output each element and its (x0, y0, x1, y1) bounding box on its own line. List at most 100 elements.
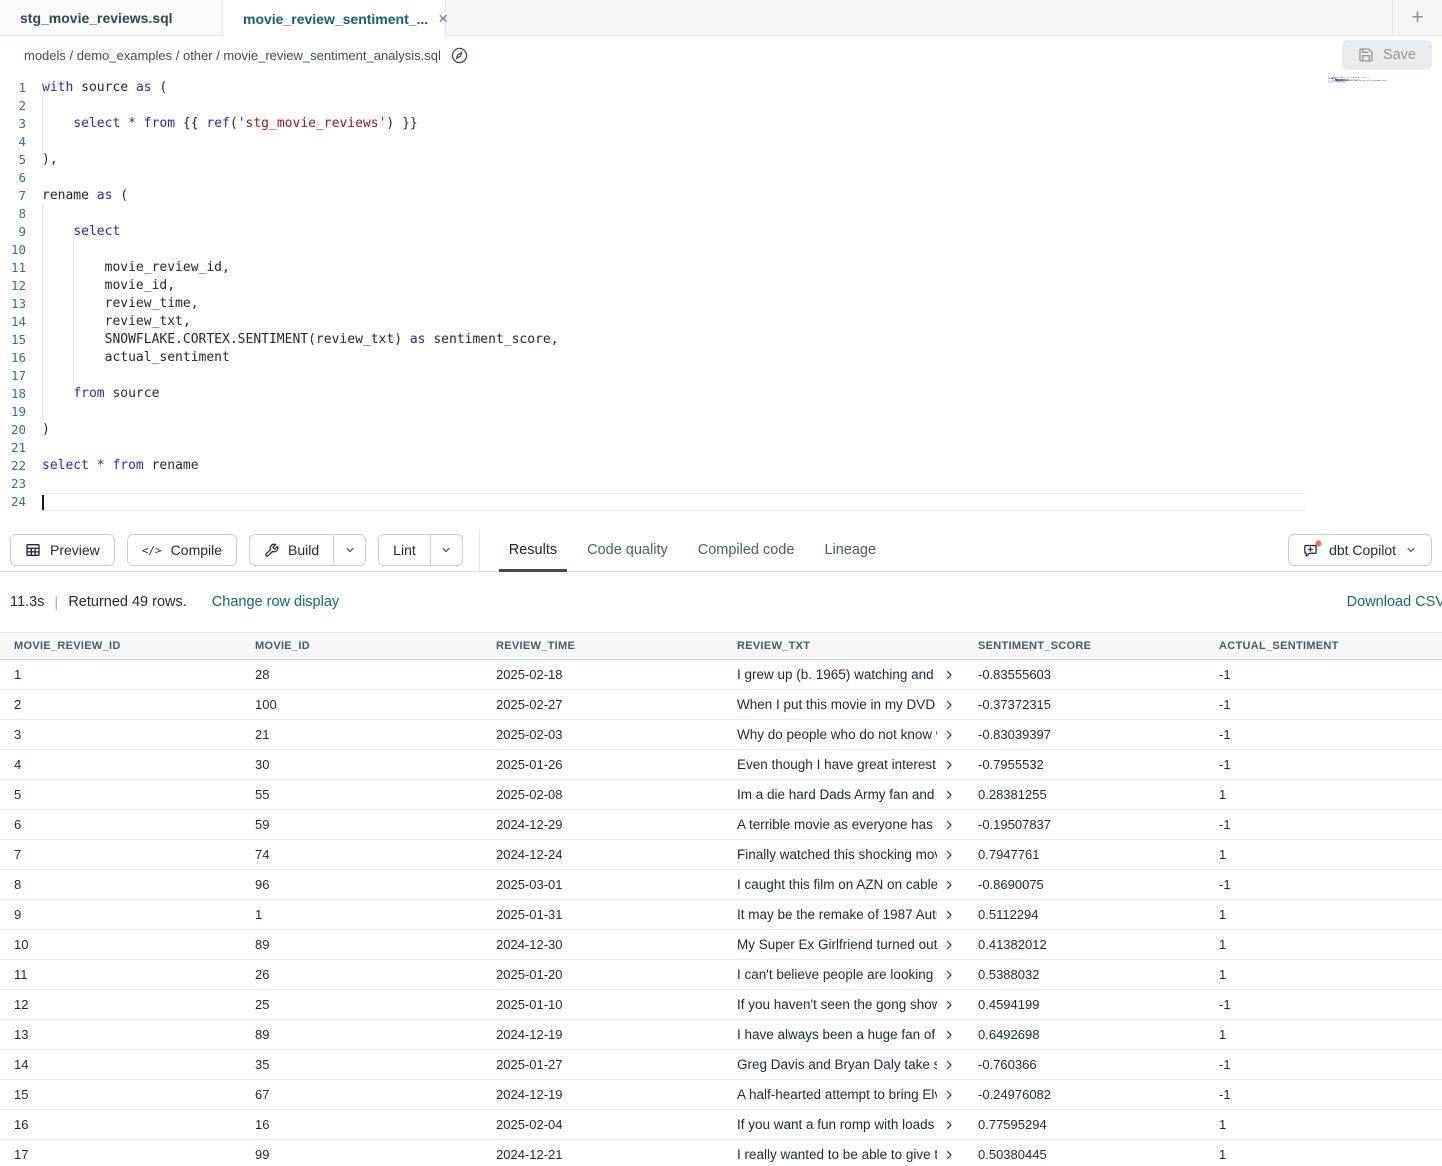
table-cell: 0.4594199 (964, 997, 1205, 1012)
expand-cell-icon[interactable] (937, 1089, 955, 1101)
code-line[interactable]: 7rename as ( (0, 187, 1442, 205)
expand-cell-icon[interactable] (937, 819, 955, 831)
file-tab-label: movie_review_sentiment_... (243, 11, 428, 27)
expand-cell-icon[interactable] (937, 669, 955, 681)
expand-cell-icon[interactable] (937, 789, 955, 801)
review-text-cell: If you haven't seen the gong show TV s… (723, 997, 964, 1012)
code-line[interactable]: 13 review_time, (0, 295, 1442, 313)
build-button[interactable]: Build (249, 534, 333, 566)
code-line[interactable]: 16 actual_sentiment (0, 349, 1442, 367)
expand-cell-icon[interactable] (937, 939, 955, 951)
table-row: 11262025-01-20I can't believe people are… (0, 960, 1442, 990)
table-cell: 89 (241, 937, 482, 952)
query-duration: 11.3s (10, 594, 44, 610)
table-cell: 2025-02-27 (482, 697, 723, 712)
line-code: select * from rename (42, 457, 1442, 475)
expand-cell-icon[interactable] (937, 1059, 955, 1071)
code-line[interactable]: 15 SNOWFLAKE.CORTEX.SENTIMENT(review_txt… (0, 331, 1442, 349)
chevron-down-icon (344, 544, 356, 556)
lint-button-group: Lint (378, 534, 463, 566)
file-tab-stg-movie-reviews[interactable]: stg_movie_reviews.sql (0, 0, 223, 35)
save-button[interactable]: Save (1342, 40, 1432, 70)
table-cell: 1 (1205, 1117, 1442, 1132)
line-number: 19 (0, 403, 42, 421)
compile-button[interactable]: </> Compile (127, 534, 237, 566)
expand-cell-icon[interactable] (937, 699, 955, 711)
code-line[interactable]: 6 (0, 169, 1442, 187)
expand-cell-icon[interactable] (937, 1149, 955, 1161)
lint-button[interactable]: Lint (378, 534, 430, 566)
code-line[interactable]: 21 (0, 439, 1442, 457)
table-row: 3212025-02-03Why do people who do not kn… (0, 720, 1442, 750)
expand-cell-icon[interactable] (937, 1119, 955, 1131)
close-tab-icon[interactable]: × (438, 9, 448, 29)
code-line[interactable]: 19 (0, 403, 1442, 421)
new-tab-zone: + (1392, 0, 1442, 35)
save-label: Save (1383, 47, 1416, 63)
expand-cell-icon[interactable] (937, 849, 955, 861)
code-line[interactable]: 14 review_txt, (0, 313, 1442, 331)
indent-guide (42, 133, 43, 151)
code-line[interactable]: 18 from source (0, 385, 1442, 403)
review-text-cell: Why do people who do not know what… (723, 727, 964, 742)
code-line[interactable]: 23 (0, 475, 1442, 493)
table-cell: -0.19507837 (964, 817, 1205, 832)
code-line[interactable]: 2 (0, 97, 1442, 115)
tab-lineage[interactable]: Lineage (809, 529, 891, 571)
chevron-down-icon (440, 544, 452, 556)
code-editor[interactable]: 1with source as (23 select * from {{ ref… (0, 74, 1442, 529)
column-header: ACTUAL_SENTIMENT (1205, 640, 1442, 652)
expand-cell-icon[interactable] (937, 729, 955, 741)
lint-dropdown-button[interactable] (430, 534, 463, 566)
table-row: 13892024-12-19I have always been a huge … (0, 1020, 1442, 1050)
line-code: movie_review_id, (42, 259, 1442, 277)
expand-cell-icon[interactable] (937, 999, 955, 1011)
code-line[interactable]: 1with source as ( (0, 79, 1442, 97)
code-line[interactable]: 3 select * from {{ ref('stg_movie_review… (0, 115, 1442, 133)
table-row: 5552025-02-08Im a die hard Dads Army fan… (0, 780, 1442, 810)
code-line[interactable]: 17 (0, 367, 1442, 385)
change-row-display-link[interactable]: Change row display (212, 594, 339, 610)
tab-results[interactable]: Results (494, 529, 572, 571)
code-line[interactable]: 22select * from rename (0, 457, 1442, 475)
code-line[interactable]: 10 (0, 241, 1442, 259)
indent-guide (42, 385, 43, 403)
preview-label: Preview (50, 542, 100, 558)
expand-cell-icon[interactable] (937, 909, 955, 921)
code-line[interactable]: 8 (0, 205, 1442, 223)
wrench-icon (264, 543, 279, 558)
line-number: 7 (0, 187, 42, 205)
table-cell: -1 (1205, 1057, 1442, 1072)
file-tab-movie-review-sentiment[interactable]: movie_review_sentiment_... × (223, 0, 446, 37)
indent-guide (42, 367, 43, 385)
preview-button[interactable]: Preview (10, 534, 115, 566)
indent-guide (42, 205, 43, 223)
download-csv-link[interactable]: Download CSV (1347, 594, 1442, 610)
new-tab-button[interactable]: + (1393, 1, 1442, 35)
review-text-cell: A half-hearted attempt to bring Elvis P… (723, 1087, 964, 1102)
table-cell: 0.5112294 (964, 907, 1205, 922)
table-cell: 30 (241, 757, 482, 772)
code-line[interactable]: 12 movie_id, (0, 277, 1442, 295)
table-cell: 0.6492698 (964, 1027, 1205, 1042)
table-cell: 21 (241, 727, 482, 742)
dbt-copilot-button[interactable]: dbt Copilot (1288, 534, 1432, 566)
table-cell: 89 (241, 1027, 482, 1042)
table-cell: 2024-12-19 (482, 1027, 723, 1042)
code-line[interactable]: 9 select (0, 223, 1442, 241)
column-header: REVIEW_TXT (723, 640, 964, 652)
expand-cell-icon[interactable] (937, 759, 955, 771)
code-line[interactable]: 5), (0, 151, 1442, 169)
expand-cell-icon[interactable] (937, 879, 955, 891)
code-line[interactable]: 4 (0, 133, 1442, 151)
table-cell: -1 (1205, 997, 1442, 1012)
build-dropdown-button[interactable] (333, 534, 366, 566)
expand-cell-icon[interactable] (937, 1029, 955, 1041)
code-line[interactable]: 24 (0, 493, 1442, 511)
code-line[interactable]: 11 movie_review_id, (0, 259, 1442, 277)
tab-code-quality[interactable]: Code quality (572, 529, 683, 571)
code-line[interactable]: 20) (0, 421, 1442, 439)
review-text-cell: I really wanted to be able to give this … (723, 1147, 964, 1162)
tab-compiled-code[interactable]: Compiled code (683, 529, 810, 571)
expand-cell-icon[interactable] (937, 969, 955, 981)
